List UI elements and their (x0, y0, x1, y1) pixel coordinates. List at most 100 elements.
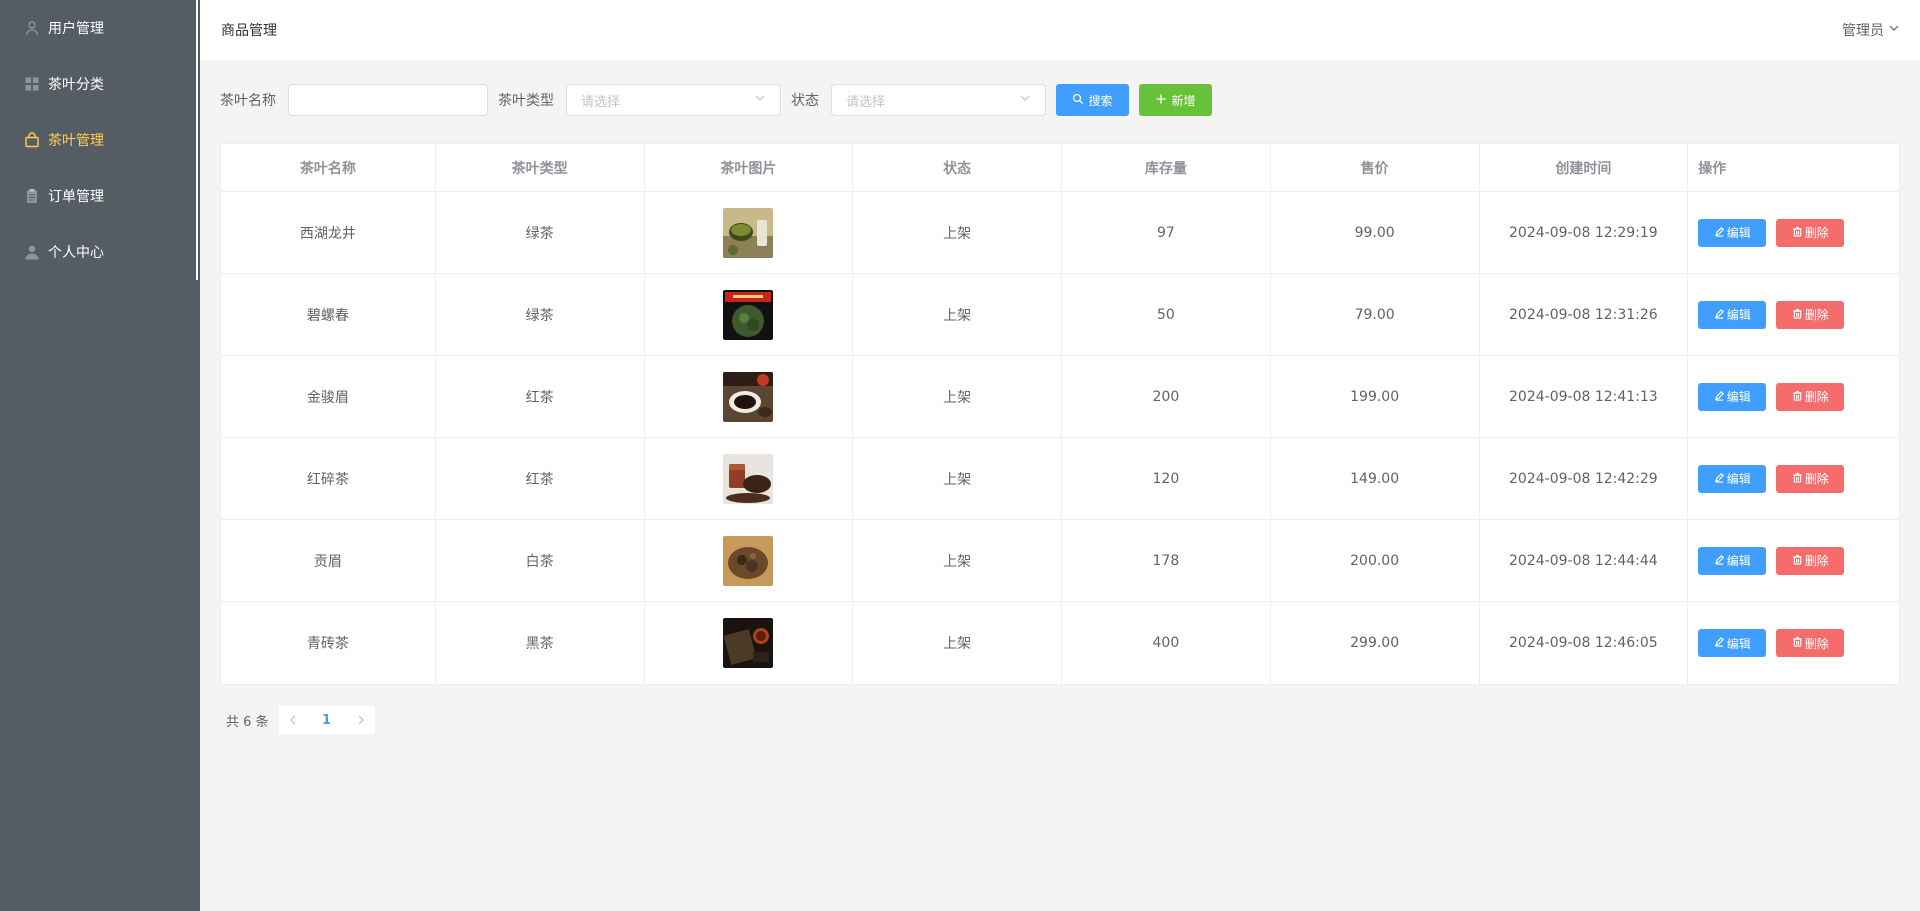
tea-stock: 120 (1062, 438, 1271, 519)
sidebar-item-orders[interactable]: 订单管理 (0, 168, 196, 224)
delete-button[interactable]: 删除 (1776, 546, 1845, 575)
tea-type: 白茶 (436, 520, 645, 601)
tea-created: 2024-09-08 12:31:26 (1480, 274, 1689, 355)
tea-image[interactable] (723, 289, 774, 340)
sidebar-item-users[interactable]: 用户管理 (0, 0, 196, 56)
sidebar-item-label: 茶叶分类 (48, 77, 104, 93)
search-button[interactable]: 搜索 (1056, 84, 1129, 116)
edit-icon (1714, 308, 1725, 322)
col-header: 售价 (1271, 144, 1480, 191)
delete-button[interactable]: 删除 (1776, 629, 1845, 657)
delete-button[interactable]: 删除 (1776, 300, 1845, 329)
tea-image-cell (645, 192, 854, 273)
page-number[interactable]: 1 (307, 713, 347, 728)
name-input[interactable] (288, 84, 488, 116)
chevron-right-icon (358, 715, 364, 725)
tea-image[interactable] (723, 371, 774, 422)
tea-stock: 200 (1062, 356, 1271, 437)
type-placeholder: 请选择 (581, 94, 621, 110)
header: 商品管理 管理员 (200, 0, 1920, 60)
prev-page-button[interactable] (279, 706, 307, 734)
tea-status: 上架 (853, 602, 1062, 684)
trash-icon (1792, 390, 1803, 404)
user-menu[interactable]: 管理员 (1842, 20, 1900, 40)
delete-button[interactable]: 删除 (1776, 218, 1845, 247)
type-select[interactable]: 请选择 (566, 84, 781, 116)
table-row: 西湖龙井 绿茶 上架 97 99.00 2024-09-08 12:29:19 … (221, 192, 1899, 274)
tea-image-cell (645, 438, 854, 519)
sidebar-item-categories[interactable]: 茶叶分类 (0, 56, 196, 112)
edit-button[interactable]: 编辑 (1698, 546, 1767, 575)
tea-stock: 50 (1062, 274, 1271, 355)
person-icon (24, 244, 40, 260)
edit-icon (1714, 636, 1725, 650)
delete-button[interactable]: 删除 (1776, 464, 1845, 493)
tea-type: 绿茶 (436, 274, 645, 355)
col-header: 茶叶名称 (221, 144, 436, 191)
trash-icon (1792, 472, 1803, 486)
row-actions: 编辑 删除 (1688, 274, 1899, 355)
status-label: 状态 (791, 93, 819, 109)
chevron-down-icon (1888, 22, 1900, 38)
col-header: 创建时间 (1480, 144, 1689, 191)
edit-button[interactable]: 编辑 (1698, 382, 1767, 411)
delete-label: 删除 (1804, 636, 1829, 651)
tea-status: 上架 (853, 520, 1062, 601)
edit-label: 编辑 (1726, 636, 1751, 651)
edit-button[interactable]: 编辑 (1698, 218, 1767, 247)
edit-button[interactable]: 编辑 (1698, 629, 1767, 657)
chevron-left-icon (289, 715, 296, 725)
delete-label: 删除 (1804, 554, 1829, 568)
tea-image[interactable] (723, 207, 774, 258)
sidebar-item-profile[interactable]: 个人中心 (0, 224, 196, 280)
sidebar: 用户管理 茶叶分类 茶叶管理 订单管理 个人中心 (0, 0, 200, 911)
tea-image[interactable] (723, 618, 774, 668)
delete-label: 删除 (1804, 390, 1829, 404)
row-actions: 编辑 删除 (1688, 192, 1899, 273)
total-count: 共 6 条 (226, 714, 269, 730)
tea-image-cell (645, 274, 854, 355)
trash-icon (1792, 226, 1803, 240)
tea-image-cell (645, 602, 854, 684)
edit-button[interactable]: 编辑 (1698, 300, 1767, 329)
user-icon (24, 20, 40, 36)
clipboard-icon (24, 188, 40, 204)
sidebar-item-label: 订单管理 (48, 189, 104, 205)
delete-label: 删除 (1804, 308, 1829, 322)
delete-button[interactable]: 删除 (1776, 382, 1845, 411)
tea-status: 上架 (853, 192, 1062, 273)
tea-type: 红茶 (436, 356, 645, 437)
plus-icon (1155, 93, 1167, 108)
edit-label: 编辑 (1726, 308, 1751, 322)
table-row: 红碎茶 红茶 上架 120 149.00 2024-09-08 12:42:29… (221, 438, 1899, 520)
row-actions: 编辑 删除 (1688, 356, 1899, 437)
tea-image[interactable] (723, 535, 774, 586)
edit-button[interactable]: 编辑 (1698, 464, 1767, 493)
col-header: 状态 (853, 144, 1062, 191)
tea-name: 青砖茶 (221, 602, 436, 684)
tea-name: 红碎茶 (221, 438, 436, 519)
edit-icon (1714, 554, 1725, 568)
status-select[interactable]: 请选择 (831, 84, 1046, 116)
col-header: 茶叶类型 (436, 144, 645, 191)
user-label: 管理员 (1842, 23, 1884, 39)
col-header: 库存量 (1062, 144, 1271, 191)
tea-status: 上架 (853, 356, 1062, 437)
tea-created: 2024-09-08 12:41:13 (1480, 356, 1689, 437)
tea-price: 99.00 (1271, 192, 1480, 273)
tea-image[interactable] (723, 453, 774, 504)
table-row: 碧螺春 绿茶 上架 50 79.00 2024-09-08 12:31:26 编… (221, 274, 1899, 356)
add-button[interactable]: 新增 (1139, 84, 1212, 116)
tea-table: 茶叶名称 茶叶类型 茶叶图片 状态 库存量 售价 创建时间 操作 西湖龙井 绿茶… (220, 143, 1900, 685)
type-label: 茶叶类型 (498, 93, 554, 109)
name-label: 茶叶名称 (220, 93, 276, 109)
search-bar: 茶叶名称 茶叶类型 请选择 状态 请选择 搜索 新增 (220, 84, 1212, 116)
sidebar-item-tea-management[interactable]: 茶叶管理 (0, 112, 196, 168)
tea-name: 碧螺春 (221, 274, 436, 355)
chevron-down-icon (754, 92, 766, 108)
col-header: 茶叶图片 (645, 144, 854, 191)
grid-icon (24, 76, 40, 92)
next-page-button[interactable] (347, 706, 375, 734)
tea-created: 2024-09-08 12:46:05 (1480, 602, 1689, 684)
sidebar-menu: 用户管理 茶叶分类 茶叶管理 订单管理 个人中心 (0, 0, 198, 280)
